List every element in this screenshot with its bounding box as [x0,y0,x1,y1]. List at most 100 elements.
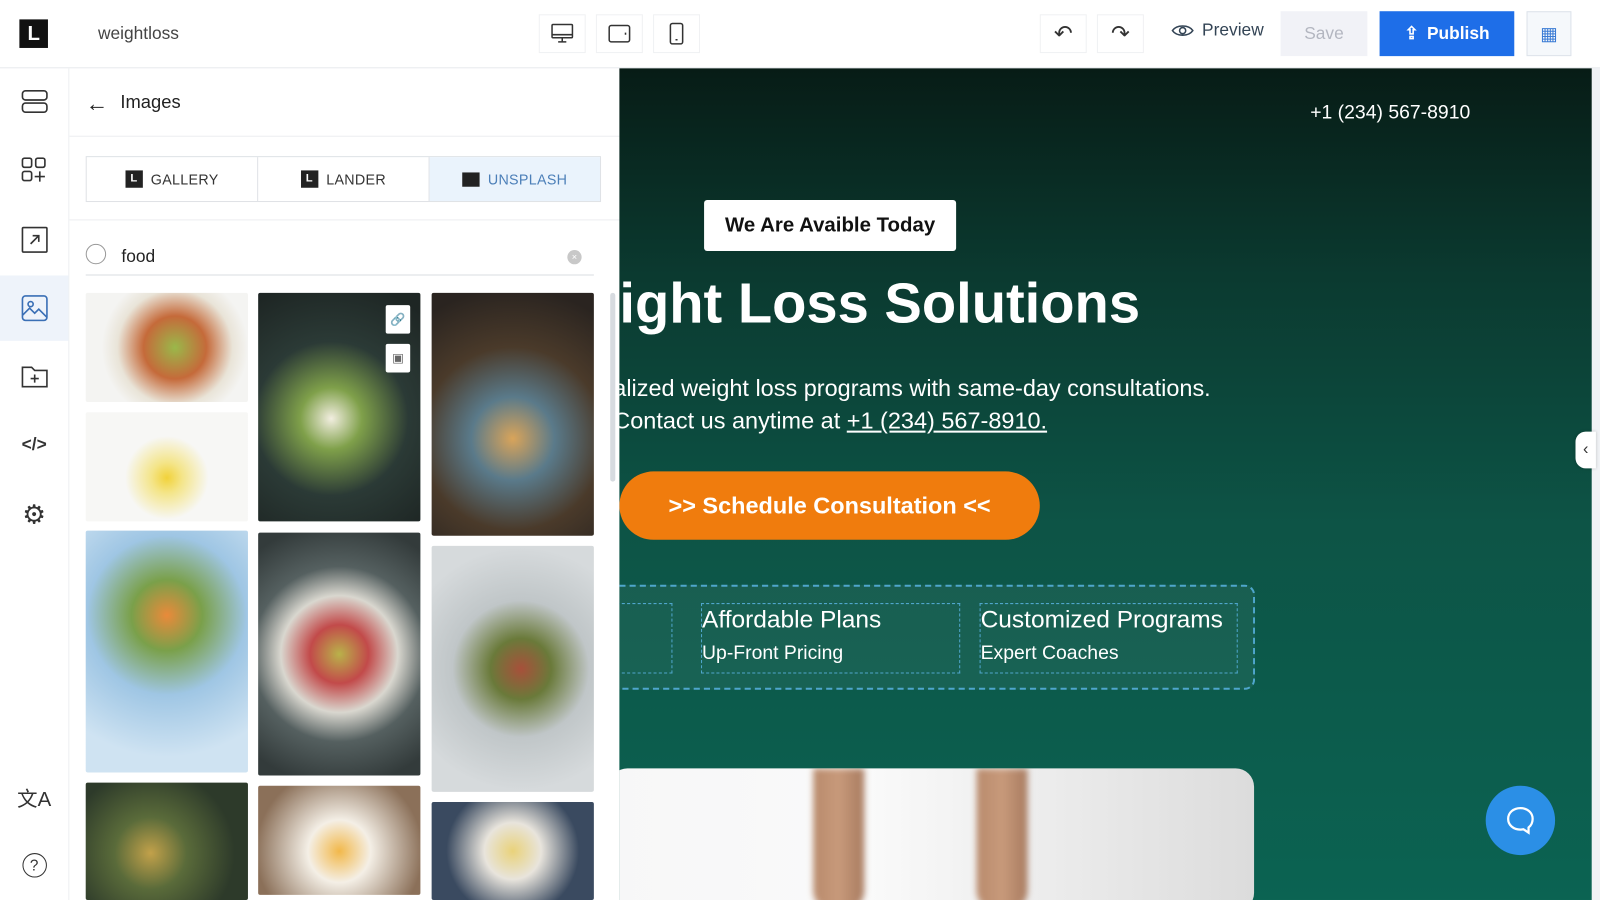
image-thumbnail[interactable] [258,785,421,895]
desktop-view-button[interactable] [538,14,586,54]
folder-add-icon [21,366,48,388]
code-icon: </> [21,434,47,455]
tab-lander[interactable]: L LANDER [258,157,430,202]
save-image-button[interactable]: ▣ [385,343,411,373]
tab-unsplash[interactable]: UNSPLASH [429,157,600,202]
copy-link-button[interactable]: 🔗 [385,305,411,334]
tab-label: GALLERY [150,170,219,188]
image-thumbnail[interactable] [258,532,421,776]
tablet-icon [608,24,631,43]
upload-icon: ⇪ [1404,23,1419,43]
panel-scrollbar[interactable] [610,292,616,482]
right-sidebar-edge [1591,68,1600,900]
preview-button[interactable]: Preview [1171,20,1264,40]
search-field[interactable]: food × [85,238,594,276]
header-phone[interactable]: +1 (234) 567-8910 [1310,102,1470,124]
publish-button[interactable]: ⇪ Publish [1379,11,1515,57]
subtext-line: alized weight loss programs with same-da… [619,374,1211,402]
tab-gallery[interactable]: L GALLERY [87,157,259,202]
clear-search-icon[interactable]: × [567,249,582,265]
image-source-tabs: L GALLERY L LANDER UNSPLASH [85,156,602,203]
feature-box[interactable] [619,603,673,674]
top-bar: L weightloss ↶ ↷ Preview Save ⇪ Publish ▦ [0,0,1600,69]
sections-icon [21,89,48,114]
eye-icon [1171,25,1194,36]
publish-label: Publish [1426,23,1490,43]
panel-header: ← Images [69,68,620,137]
divider [69,219,620,221]
feature-subtitle: Expert Coaches [980,642,1119,665]
qr-code-button[interactable]: ▦ [1526,11,1572,57]
preview-label: Preview [1202,20,1264,40]
hero-subtext[interactable]: alized weight loss programs with same-da… [619,371,1210,436]
feature-subtitle: Up-Front Pricing [702,642,844,665]
search-input[interactable]: food [121,247,155,267]
image-detail [976,768,1028,900]
chat-button[interactable] [1485,785,1556,856]
tab-label: UNSPLASH [487,170,568,188]
redo-button[interactable]: ↷ [1096,14,1144,54]
image-thumbnail[interactable] [431,545,594,792]
image-thumbnail[interactable] [431,802,594,900]
image-thumbnail[interactable] [85,530,248,773]
elements-icon [21,157,46,182]
collapse-panel-button[interactable]: ‹ [1575,431,1596,469]
desktop-icon [551,23,574,43]
save-icon: ▣ [392,351,404,366]
elements-button[interactable] [0,138,68,203]
panel-title: Images [120,91,181,113]
back-arrow-icon[interactable]: ← [86,91,108,118]
search-icon [85,243,107,265]
help-button[interactable]: ? [0,833,68,898]
image-thumbnail[interactable] [85,412,248,522]
mobile-icon [669,22,684,45]
tablet-view-button[interactable] [595,14,643,54]
subtext-line: Contact us anytime at [619,407,847,434]
project-name[interactable]: weightloss [98,23,179,43]
feature-title: Affordable Plans [702,606,882,634]
settings-button[interactable]: ⚙ [0,482,68,547]
image-detail [813,768,865,900]
popup-button[interactable] [0,207,68,272]
image-thumbnail[interactable] [431,292,594,536]
images-button[interactable] [0,275,69,341]
undo-icon: ↶ [1053,20,1073,46]
chevron-left-icon: ‹ [1582,440,1589,459]
translate-button[interactable]: 文A [0,764,68,829]
save-button[interactable]: Save [1280,11,1368,57]
image-thumbnail[interactable]: 🔗 ▣ [258,292,421,522]
mobile-view-button[interactable] [653,14,700,54]
hero-image[interactable] [619,768,1255,900]
left-rail: </> ⚙ 文A ? [0,68,70,900]
qr-code-icon: ▦ [1540,22,1558,44]
settings-icon: ⚙ [22,498,47,530]
image-thumbnail[interactable] [85,782,248,900]
feature-box[interactable]: Affordable Plans Up-Front Pricing [701,603,961,674]
images-icon [21,295,48,322]
help-icon: ? [21,853,47,878]
schedule-consultation-button[interactable]: >> Schedule Consultation << [619,471,1040,540]
feature-title: Customized Programs [980,606,1223,634]
unsplash-icon [462,171,480,187]
popup-icon [21,226,48,253]
features-row[interactable]: Affordable Plans Up-Front Pricing Customi… [619,584,1256,690]
images-panel: ← Images L GALLERY L LANDER UNSPLASH food … [69,68,620,900]
redo-icon: ↷ [1110,20,1130,46]
phone-link[interactable]: +1 (234) 567-8910. [847,407,1047,434]
translate-icon: 文A [17,788,52,811]
chat-bubble-icon [1507,807,1534,835]
code-button[interactable]: </> [0,412,68,477]
image-thumbnail[interactable] [85,292,248,403]
hero-headline[interactable]: ight Loss Solutions [619,270,1140,335]
feature-box[interactable]: Customized Programs Expert Coaches [979,603,1238,674]
sections-button[interactable] [0,69,68,134]
link-icon: 🔗 [390,312,406,327]
logo[interactable]: L [19,19,48,48]
lander-logo-icon: L [300,170,319,188]
tab-label: LANDER [326,170,387,188]
undo-button[interactable]: ↶ [1039,14,1087,54]
page-canvas: +1 (234) 567-8910 We Are Avaible Today i… [619,68,1592,900]
files-button[interactable] [0,344,68,409]
availability-badge[interactable]: We Are Avaible Today [704,199,957,252]
lander-logo-icon: L [125,170,143,188]
